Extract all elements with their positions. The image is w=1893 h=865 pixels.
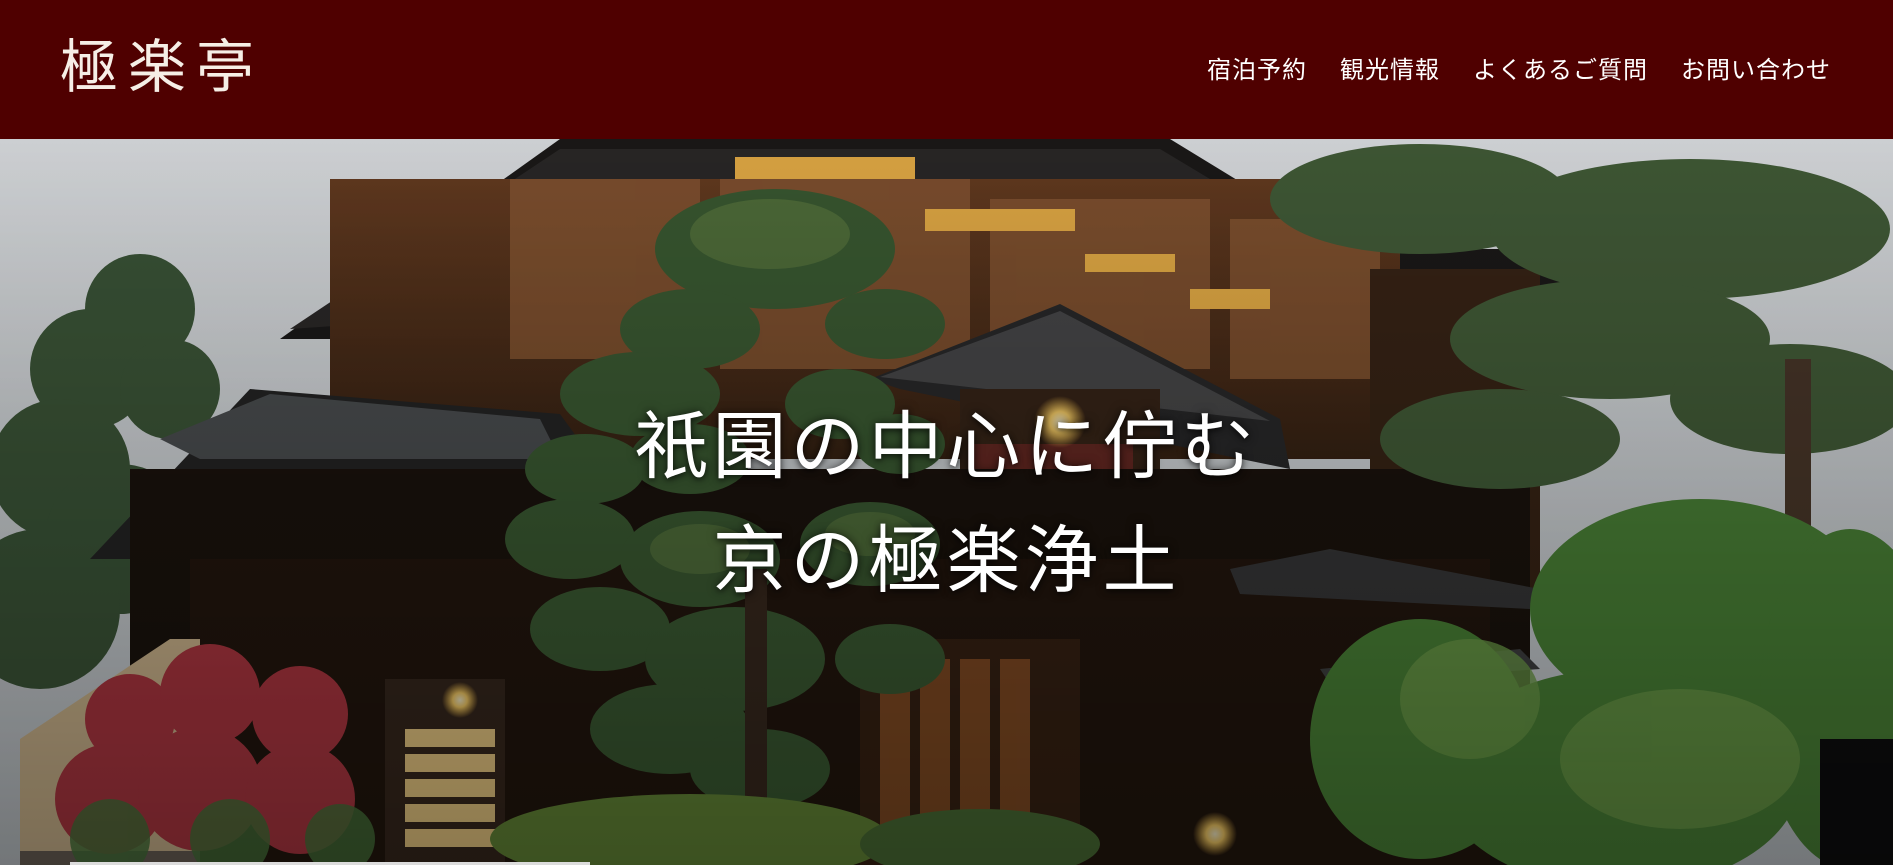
hero-title-line-2: 京の極楽浄土 bbox=[712, 518, 1181, 604]
nav-item-faq[interactable]: よくあるご質問 bbox=[1473, 50, 1648, 85]
site-header: 極楽亭 宿泊予約 観光情報 よくあるご質問 お問い合わせ bbox=[0, 0, 1893, 139]
main-nav: 宿泊予約 観光情報 よくあるご質問 お問い合わせ bbox=[1207, 50, 1831, 85]
hero-title-line-1: 祇園の中心に佇む bbox=[634, 404, 1259, 490]
hero-heading: 祇園の中心に佇む 京の極楽浄土 bbox=[0, 139, 1893, 865]
nav-item-sightseeing[interactable]: 観光情報 bbox=[1340, 50, 1440, 85]
nav-item-contact[interactable]: お問い合わせ bbox=[1681, 50, 1831, 85]
hero-section: 祇園の中心に佇む 京の極楽浄土 bbox=[0, 139, 1893, 865]
site-logo[interactable]: 極楽亭 bbox=[60, 38, 264, 96]
nav-item-reservation[interactable]: 宿泊予約 bbox=[1207, 50, 1307, 85]
